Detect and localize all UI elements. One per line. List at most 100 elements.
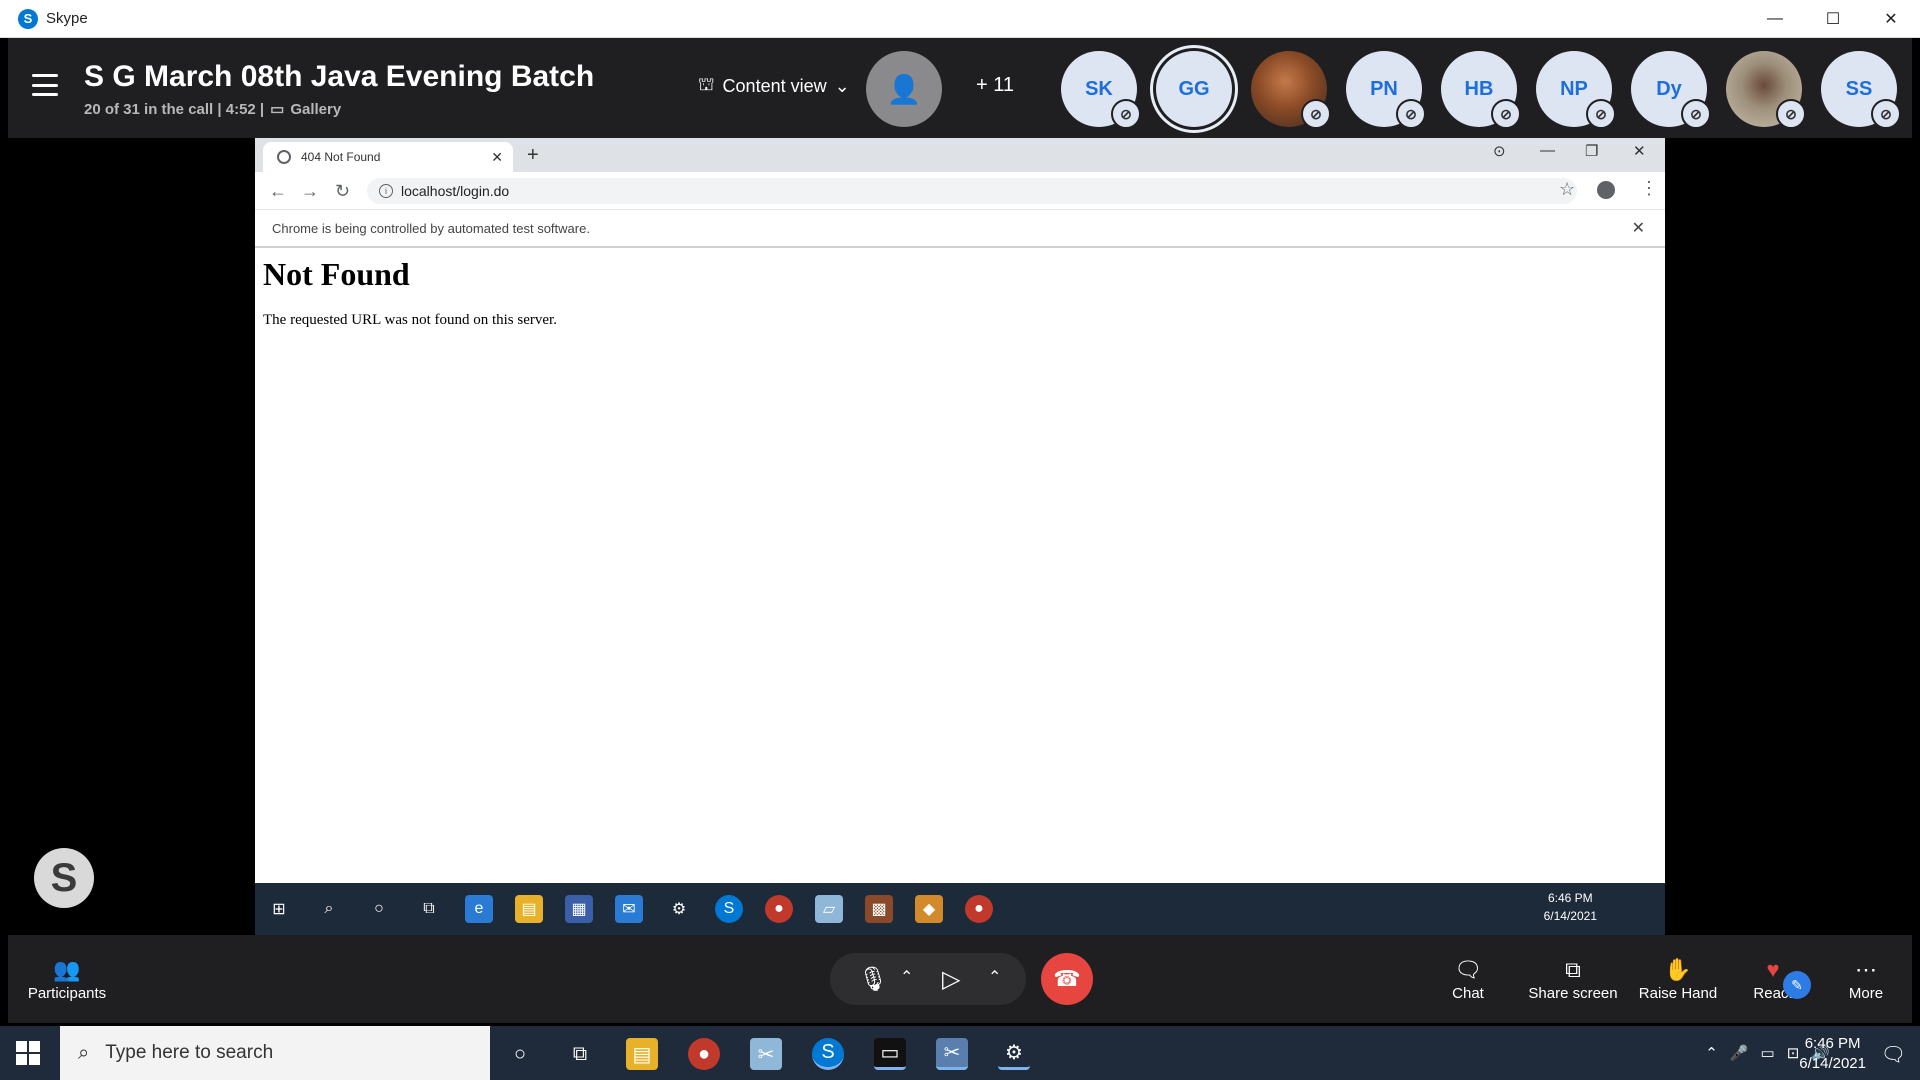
browser-tab[interactable]: 404 Not Found ✕ bbox=[263, 142, 513, 172]
participant-avatar[interactable]: SS ⊘ bbox=[1821, 51, 1901, 129]
profile-icon[interactable] bbox=[1597, 181, 1615, 199]
participants-button[interactable]: 👥 Participants bbox=[20, 955, 114, 1002]
call-status: 20 of 31 in the call | 4:52 | ▭ Gallery bbox=[84, 100, 341, 119]
maximize-button[interactable]: ☐ bbox=[1804, 0, 1862, 38]
view-mode-label[interactable]: Gallery bbox=[290, 101, 341, 118]
chevron-down-icon: ⌄ bbox=[834, 75, 850, 96]
minimize-button[interactable]: — bbox=[1746, 0, 1804, 38]
taskbar-search-input[interactable]: ⌕ Type here to search bbox=[60, 1026, 490, 1080]
skype-icon[interactable]: S bbox=[812, 1038, 844, 1070]
file-explorer-icon: ▤ bbox=[515, 895, 543, 923]
show-hidden-icons-icon[interactable]: ⌃ bbox=[1705, 1044, 1718, 1062]
microphone-icon[interactable]: 🎤 bbox=[1730, 1044, 1749, 1062]
search-icon: ⌕ bbox=[324, 900, 334, 917]
more-button[interactable]: ⋯ More bbox=[1828, 955, 1904, 1002]
tool-icon[interactable]: ✂ bbox=[936, 1038, 968, 1070]
file-explorer-icon[interactable]: ▤ bbox=[626, 1038, 658, 1070]
participant-avatar[interactable]: ⊘ bbox=[1251, 51, 1331, 129]
battery-icon[interactable]: ▭ bbox=[1761, 1044, 1775, 1062]
video-off-icon[interactable]: ▷ bbox=[942, 965, 960, 994]
shared-clock: 6:46 PM 6/14/2021 bbox=[1544, 889, 1597, 925]
snip-tool-icon[interactable]: ✂ bbox=[750, 1038, 782, 1070]
task-view-icon: ⧉ bbox=[423, 900, 435, 917]
pen-icon[interactable]: ✎ bbox=[1783, 971, 1811, 999]
tab-search-icon[interactable]: ⊙ bbox=[1493, 142, 1506, 160]
participant-avatar[interactable]: GG bbox=[1156, 51, 1232, 127]
taskbar-clock[interactable]: 6:46 PM 6/14/2021 bbox=[1799, 1034, 1866, 1074]
search-placeholder: Type here to search bbox=[105, 1042, 274, 1063]
browser-minimize-icon[interactable]: — bbox=[1540, 142, 1555, 159]
cortana-icon[interactable]: ○ bbox=[504, 1038, 536, 1070]
chrome-icon: ● bbox=[765, 895, 793, 923]
site-info-icon[interactable]: i bbox=[379, 184, 393, 198]
share-screen-label: Share screen bbox=[1528, 985, 1618, 1002]
chat-button[interactable]: 🗨 Chat bbox=[1428, 955, 1508, 1002]
participants-label: Participants bbox=[27, 985, 107, 1002]
participant-initials: SK bbox=[1085, 77, 1113, 100]
add-people-button[interactable]: 👤 bbox=[866, 51, 942, 127]
chat-label: Chat bbox=[1452, 985, 1484, 1002]
call-controls-bar: 👥 Participants 🎙 ⌃ ▷ ⌃ ☎ 🗨 Chat ⧉ Share … bbox=[8, 935, 1912, 1023]
more-dots-icon: ⋯ bbox=[1855, 957, 1877, 982]
gallery-icon: ▭ bbox=[270, 101, 285, 118]
mic-muted-icon: ⊘ bbox=[1396, 99, 1426, 129]
skype-icon: S bbox=[715, 895, 743, 923]
settings-app-icon[interactable]: ⚙ bbox=[998, 1038, 1030, 1070]
window-controls: — ☐ ✕ bbox=[1746, 0, 1920, 38]
mail-icon: ✉ bbox=[615, 895, 643, 923]
mic-muted-icon: ⊘ bbox=[1111, 99, 1141, 129]
network-icon[interactable]: ⊡ bbox=[1787, 1044, 1800, 1062]
chrome-icon[interactable]: ● bbox=[688, 1038, 720, 1070]
window-title-bar: S Skype — ☐ ✕ bbox=[0, 0, 1920, 38]
more-participants-button[interactable]: + 11 bbox=[976, 74, 1014, 97]
url-text: localhost/login.do bbox=[401, 183, 510, 199]
mic-options-icon[interactable]: ⌃ bbox=[900, 967, 913, 987]
content-view-dropdown[interactable]: ⛫ Content view ⌄ bbox=[698, 74, 850, 98]
participant-avatar[interactable]: SK ⊘ bbox=[1061, 51, 1141, 129]
close-button[interactable]: ✕ bbox=[1862, 0, 1920, 38]
back-icon[interactable]: ← bbox=[269, 181, 287, 202]
end-call-button[interactable]: ☎ bbox=[1041, 953, 1093, 1005]
windows-start-icon[interactable] bbox=[16, 1041, 40, 1065]
notification-center-icon[interactable]: 🗨 bbox=[1881, 1042, 1906, 1067]
start-icon: ⊞ bbox=[272, 901, 286, 918]
browser-menu-icon[interactable]: ⋮ bbox=[1640, 178, 1658, 199]
address-bar[interactable]: i localhost/login.do bbox=[367, 178, 1577, 204]
task-view-icon[interactable]: ⧉ bbox=[564, 1038, 596, 1070]
raise-hand-button[interactable]: ✋ Raise Hand bbox=[1628, 955, 1728, 1002]
video-options-icon[interactable]: ⌃ bbox=[988, 967, 1001, 987]
more-participants-count: 11 bbox=[993, 74, 1015, 96]
participant-avatar[interactable]: HB ⊘ bbox=[1441, 51, 1521, 129]
address-row: ← → ↻ i localhost/login.do ☆ ⋮ bbox=[255, 172, 1665, 210]
participant-initials: NP bbox=[1560, 77, 1588, 100]
skype-watermark-logo: S bbox=[34, 848, 94, 908]
participant-avatar[interactable]: Dy ⊘ bbox=[1631, 51, 1711, 129]
forward-icon[interactable]: → bbox=[301, 181, 319, 202]
skype-app-icon: S bbox=[18, 8, 38, 29]
new-tab-icon[interactable]: + bbox=[527, 144, 539, 167]
mic-muted-icon: ⊘ bbox=[1301, 99, 1331, 129]
infobar-close-icon[interactable]: ✕ bbox=[1632, 218, 1645, 238]
tab-close-icon[interactable]: ✕ bbox=[491, 149, 503, 166]
terminal-icon[interactable]: ▭ bbox=[874, 1038, 906, 1070]
reload-icon[interactable]: ↻ bbox=[335, 181, 350, 202]
content-view-icon: ⛫ bbox=[698, 74, 715, 94]
participant-initials: SS bbox=[1845, 77, 1873, 100]
page-text: The requested URL was not found on this … bbox=[263, 312, 557, 328]
participant-avatar[interactable]: PN ⊘ bbox=[1346, 51, 1426, 129]
hamburger-menu-icon[interactable] bbox=[32, 74, 58, 96]
shared-screen: 404 Not Found ✕ + ⊙ — ❐ ✕ ← → ↻ i localh… bbox=[255, 138, 1665, 935]
bookmark-star-icon[interactable]: ☆ bbox=[1559, 179, 1575, 200]
add-person-icon: 👤 bbox=[886, 73, 922, 105]
page-content: Not Found The requested URL was not foun… bbox=[255, 248, 1665, 882]
participant-avatar[interactable]: ⊘ bbox=[1726, 51, 1806, 129]
settings-icon: ⚙ bbox=[671, 901, 687, 918]
mic-muted-icon: ⊘ bbox=[1871, 99, 1901, 129]
raise-hand-label: Raise Hand bbox=[1638, 985, 1718, 1002]
browser-restore-icon[interactable]: ❐ bbox=[1585, 142, 1598, 160]
browser-close-icon[interactable]: ✕ bbox=[1633, 142, 1646, 160]
participant-avatar[interactable]: NP ⊘ bbox=[1536, 51, 1616, 129]
shared-date: 6/14/2021 bbox=[1543, 909, 1597, 923]
share-screen-button[interactable]: ⧉ Share screen bbox=[1518, 955, 1628, 1002]
mic-muted-icon[interactable]: 🎙 bbox=[858, 965, 888, 994]
